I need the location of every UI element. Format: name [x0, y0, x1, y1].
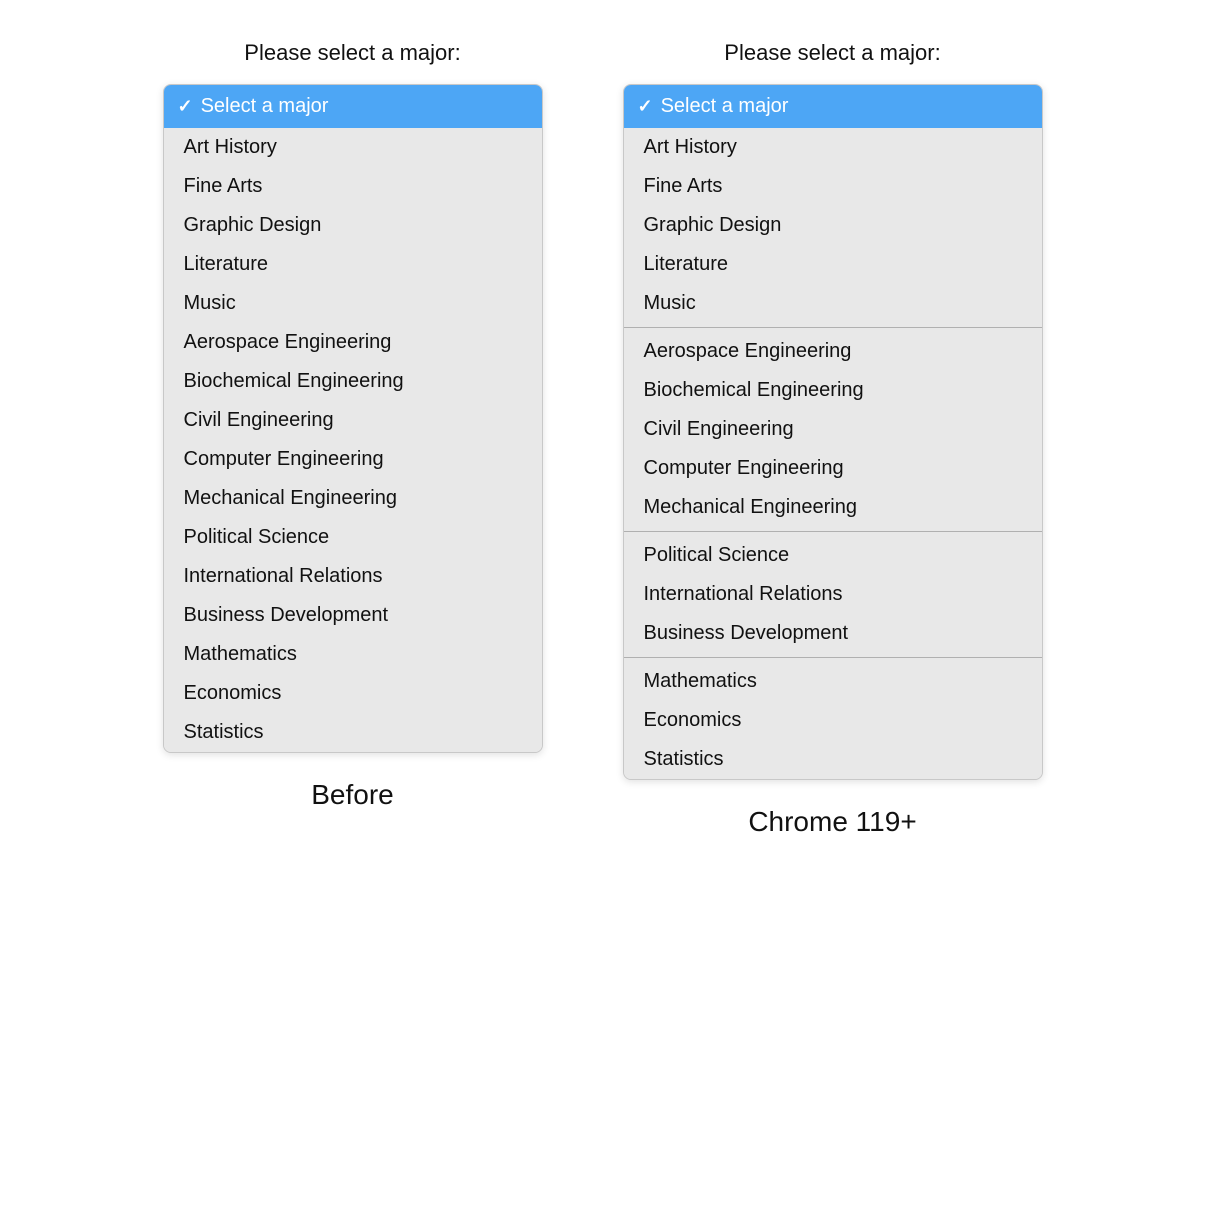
chrome-column: Please select a major: ✓ Select a major …: [623, 40, 1043, 838]
chrome-option-international-relations[interactable]: International Relations: [624, 575, 1042, 614]
before-option-aerospace-engineering[interactable]: Aerospace Engineering: [164, 323, 542, 362]
chrome-option-art-history[interactable]: Art History: [624, 128, 1042, 167]
chrome-option-statistics[interactable]: Statistics: [624, 740, 1042, 779]
chrome-option-biochemical-engineering[interactable]: Biochemical Engineering: [624, 371, 1042, 410]
before-option-art-history[interactable]: Art History: [164, 128, 542, 167]
chrome-option-fine-arts[interactable]: Fine Arts: [624, 167, 1042, 206]
before-options-list: Art HistoryFine ArtsGraphic DesignLitera…: [164, 128, 542, 752]
chrome-divider-1: [624, 327, 1042, 328]
chrome-option-literature[interactable]: Literature: [624, 245, 1042, 284]
before-option-economics[interactable]: Economics: [164, 674, 542, 713]
before-checkmark: ✓: [178, 96, 193, 117]
chrome-option-civil-engineering[interactable]: Civil Engineering: [624, 410, 1042, 449]
before-selected-label: Select a major: [201, 95, 329, 118]
before-dropdown[interactable]: ✓ Select a major Art HistoryFine ArtsGra…: [163, 84, 543, 753]
before-option-biochemical-engineering[interactable]: Biochemical Engineering: [164, 362, 542, 401]
chrome-divider-3: [624, 657, 1042, 658]
before-option-literature[interactable]: Literature: [164, 245, 542, 284]
before-option-graphic-design[interactable]: Graphic Design: [164, 206, 542, 245]
chrome-option-aerospace-engineering[interactable]: Aerospace Engineering: [624, 332, 1042, 371]
chrome-selected-item[interactable]: ✓ Select a major: [624, 85, 1042, 128]
before-option-business-development[interactable]: Business Development: [164, 596, 542, 635]
chrome-option-business-development[interactable]: Business Development: [624, 614, 1042, 653]
before-label: Please select a major:: [244, 40, 460, 66]
chrome-option-mathematics[interactable]: Mathematics: [624, 662, 1042, 701]
chrome-label: Please select a major:: [724, 40, 940, 66]
chrome-options-list: Art HistoryFine ArtsGraphic DesignLitera…: [624, 128, 1042, 779]
before-option-civil-engineering[interactable]: Civil Engineering: [164, 401, 542, 440]
before-selected-item[interactable]: ✓ Select a major: [164, 85, 542, 128]
chrome-option-political-science[interactable]: Political Science: [624, 536, 1042, 575]
chrome-option-economics[interactable]: Economics: [624, 701, 1042, 740]
before-option-fine-arts[interactable]: Fine Arts: [164, 167, 542, 206]
before-option-statistics[interactable]: Statistics: [164, 713, 542, 752]
before-option-mechanical-engineering[interactable]: Mechanical Engineering: [164, 479, 542, 518]
chrome-checkmark: ✓: [638, 96, 653, 117]
before-caption: Before: [311, 779, 394, 811]
before-option-mathematics[interactable]: Mathematics: [164, 635, 542, 674]
chrome-option-computer-engineering[interactable]: Computer Engineering: [624, 449, 1042, 488]
before-option-international-relations[interactable]: International Relations: [164, 557, 542, 596]
chrome-option-mechanical-engineering[interactable]: Mechanical Engineering: [624, 488, 1042, 527]
before-option-computer-engineering[interactable]: Computer Engineering: [164, 440, 542, 479]
before-column: Please select a major: ✓ Select a major …: [163, 40, 543, 811]
chrome-divider-2: [624, 531, 1042, 532]
chrome-dropdown[interactable]: ✓ Select a major Art HistoryFine ArtsGra…: [623, 84, 1043, 780]
before-option-music[interactable]: Music: [164, 284, 542, 323]
page-container: Please select a major: ✓ Select a major …: [53, 40, 1153, 838]
chrome-option-music[interactable]: Music: [624, 284, 1042, 323]
chrome-option-graphic-design[interactable]: Graphic Design: [624, 206, 1042, 245]
chrome-selected-label: Select a major: [661, 95, 789, 118]
before-option-political-science[interactable]: Political Science: [164, 518, 542, 557]
chrome-caption: Chrome 119+: [748, 806, 916, 838]
